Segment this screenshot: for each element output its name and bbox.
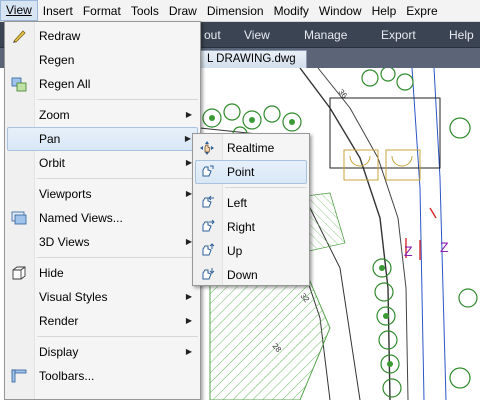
menu-item-label: Point	[227, 165, 255, 179]
menu-bar: View Insert Format Tools Draw Dimension …	[0, 0, 480, 22]
menu-item-label: Hide	[39, 266, 64, 280]
menu-item-label: Realtime	[227, 141, 275, 155]
menu-item-label: Up	[227, 244, 243, 258]
menu-window[interactable]: Window	[314, 1, 367, 21]
pan-point-icon	[202, 165, 214, 177]
menu-draw[interactable]: Draw	[164, 1, 202, 21]
pan-up-icon	[202, 243, 215, 256]
menu-item-label: Right	[227, 220, 256, 234]
menu-separator	[5, 254, 200, 261]
menu-help[interactable]: Help	[367, 1, 402, 21]
submenu-item-realtime[interactable]: Realtime	[193, 136, 309, 160]
regen-all-icon	[11, 77, 27, 92]
menu-item-3d-views[interactable]: 3D Views ▶	[5, 230, 200, 254]
menu-item-render[interactable]: Render ▶	[5, 309, 200, 333]
menu-item-label: Toolbars...	[39, 369, 95, 383]
svg-text:Z: Z	[440, 239, 449, 255]
pan-realtime-icon	[200, 141, 214, 155]
menu-view-label: View	[6, 3, 32, 17]
menu-item-redraw[interactable]: Redraw	[5, 24, 200, 48]
redraw-icon	[13, 30, 26, 43]
submenu-item-up[interactable]: Up	[193, 239, 309, 263]
svg-text:Z: Z	[404, 243, 413, 259]
menu-insert[interactable]: Insert	[38, 1, 78, 21]
menu-item-label: Viewports	[39, 187, 92, 201]
menu-item-label: Down	[227, 268, 258, 282]
menu-view[interactable]: View	[0, 0, 38, 21]
named-views-icon	[11, 211, 27, 225]
submenu-arrow-icon: ▶	[184, 134, 191, 143]
menu-item-label: Redraw	[39, 29, 81, 43]
menu-item-hide[interactable]: Hide	[5, 261, 200, 285]
menu-item-label: Render	[39, 314, 79, 328]
menu-item-label: Zoom	[39, 108, 70, 122]
menu-item-display[interactable]: Display ▶	[5, 340, 200, 364]
toolbars-icon	[11, 369, 27, 383]
menu-item-visual-styles[interactable]: Visual Styles ▶	[5, 285, 200, 309]
menu-modify[interactable]: Modify	[269, 1, 314, 21]
menu-item-orbit[interactable]: Orbit ▶	[5, 151, 200, 175]
submenu-arrow-icon: ▶	[185, 110, 192, 119]
menu-item-regen[interactable]: Regen	[5, 48, 200, 72]
menu-separator	[5, 333, 200, 340]
pan-down-icon	[202, 268, 215, 280]
pan-right-icon	[202, 219, 215, 232]
menu-express[interactable]: Expre	[401, 1, 442, 21]
menu-item-label: Display	[39, 345, 79, 359]
menu-separator	[5, 96, 200, 103]
ribbon-tab-help[interactable]: Help	[449, 22, 474, 48]
menu-format[interactable]: Format	[78, 1, 126, 21]
menu-dimension[interactable]: Dimension	[202, 1, 269, 21]
menu-item-label: Orbit	[39, 156, 66, 170]
menu-item-label: Named Views...	[39, 211, 123, 225]
submenu-arrow-icon: ▶	[185, 316, 192, 325]
menu-item-label: Visual Styles	[39, 290, 108, 304]
menu-item-zoom[interactable]: Zoom ▶	[5, 103, 200, 127]
menu-separator	[5, 175, 200, 182]
view-menu: Redraw Regen Regen All Zoom ▶ Pan ▶ Orbi…	[4, 21, 201, 400]
ribbon-tab-view[interactable]: View	[244, 22, 270, 48]
menu-tools[interactable]: Tools	[126, 1, 164, 21]
pan-submenu: Realtime Point Left Right Up Down	[192, 133, 310, 286]
submenu-item-down[interactable]: Down	[193, 263, 309, 287]
menu-item-label: Left	[227, 196, 248, 210]
menu-item-regen-all[interactable]: Regen All	[5, 72, 200, 96]
svg-text:36: 36	[336, 88, 349, 101]
menu-item-label: Pan	[39, 132, 61, 146]
ribbon-tab-export[interactable]: Export	[381, 22, 416, 48]
submenu-arrow-icon: ▶	[185, 292, 192, 301]
submenu-item-right[interactable]: Right	[193, 215, 309, 239]
menu-item-toolbars[interactable]: Toolbars...	[5, 364, 200, 388]
menu-item-pan[interactable]: Pan ▶	[7, 127, 198, 151]
submenu-arrow-icon: ▶	[185, 347, 192, 356]
menu-item-named-views[interactable]: Named Views...	[5, 206, 200, 230]
submenu-item-point[interactable]: Point	[195, 160, 307, 184]
menu-item-label: Regen	[39, 53, 75, 67]
submenu-item-left[interactable]: Left	[193, 191, 309, 215]
hide-icon	[12, 266, 26, 280]
document-tab[interactable]: L DRAWING.dwg	[200, 50, 307, 68]
pan-left-icon	[202, 195, 214, 208]
menu-separator	[193, 184, 309, 191]
menu-item-viewports[interactable]: Viewports ▶	[5, 182, 200, 206]
ribbon-tab-layout[interactable]: out	[204, 22, 221, 48]
menu-item-label: 3D Views	[39, 235, 90, 249]
menu-item-label: Regen All	[39, 77, 91, 91]
ribbon-tab-manage[interactable]: Manage	[304, 22, 347, 48]
